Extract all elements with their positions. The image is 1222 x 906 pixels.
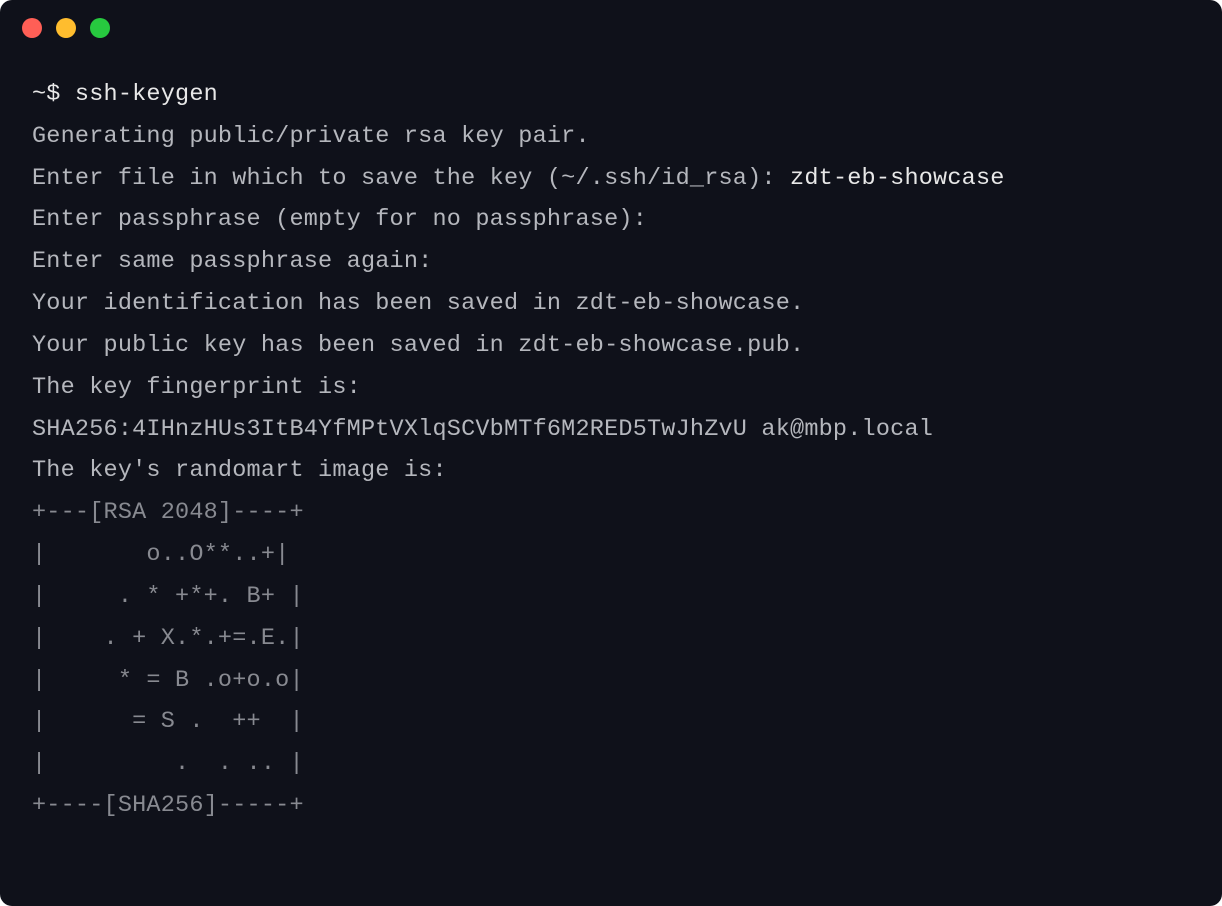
- randomart-line: | = S . ++ |: [32, 708, 304, 735]
- prompt-symbol: ~$: [32, 81, 61, 108]
- randomart-line: +---[RSA 2048]----+: [32, 499, 304, 526]
- window-titlebar: [0, 0, 1222, 48]
- file-name-input: zdt-eb-showcase: [790, 165, 1005, 192]
- randomart-line: | . . .. |: [32, 750, 304, 777]
- randomart-line: +----[SHA256]-----+: [32, 792, 304, 819]
- randomart-line: | o..O**..+|: [32, 541, 289, 568]
- file-prompt-prefix: Enter file in which to save the key (~/.…: [32, 165, 790, 192]
- randomart-line: | * = B .o+o.o|: [32, 667, 304, 694]
- randomart-line: | . + X.*.+=.E.|: [32, 625, 304, 652]
- terminal-body[interactable]: ~$ ssh-keygen Generating public/private …: [0, 48, 1222, 867]
- output-line: Enter same passphrase again:: [32, 248, 432, 275]
- terminal-window: ~$ ssh-keygen Generating public/private …: [0, 0, 1222, 906]
- output-line: Generating public/private rsa key pair.: [32, 123, 590, 150]
- output-line: Your public key has been saved in zdt-eb…: [32, 332, 804, 359]
- randomart-line: | . * +*+. B+ |: [32, 583, 304, 610]
- output-line: Your identification has been saved in zd…: [32, 290, 804, 317]
- prompt-line: ~$ ssh-keygen: [32, 81, 218, 108]
- output-line: Enter passphrase (empty for no passphras…: [32, 206, 647, 233]
- command-text: ssh-keygen: [75, 81, 218, 108]
- maximize-icon[interactable]: [90, 18, 110, 38]
- output-line: The key fingerprint is:: [32, 374, 361, 401]
- close-icon[interactable]: [22, 18, 42, 38]
- output-line: The key's randomart image is:: [32, 457, 447, 484]
- fingerprint-line: SHA256:4IHnzHUs3ItB4YfMPtVXlqSCVbMTf6M2R…: [32, 416, 933, 443]
- output-line: Enter file in which to save the key (~/.…: [32, 165, 1005, 192]
- minimize-icon[interactable]: [56, 18, 76, 38]
